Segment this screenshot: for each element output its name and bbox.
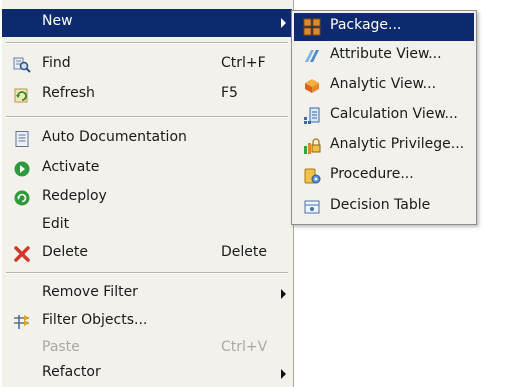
menu-item-refresh-shortcut: F5 <box>221 85 238 101</box>
submenu-item-calculation-view-label: Calculation View... <box>330 106 458 122</box>
menu-item-delete[interactable]: Delete Delete <box>2 240 292 268</box>
menu-item-refresh[interactable]: Refresh F5 <box>2 81 292 109</box>
menu-item-refactor-label: Refactor <box>42 364 101 380</box>
find-icon <box>13 56 31 74</box>
menu-item-filter-objects-label: Filter Objects... <box>42 312 148 328</box>
menu-item-auto-documentation[interactable]: Auto Documentation <box>2 125 292 153</box>
menu-separator <box>6 272 288 274</box>
submenu-item-attribute-view[interactable]: Attribute View... <box>294 42 474 70</box>
submenu-item-calculation-view[interactable]: Calculation View... <box>294 102 474 130</box>
menu-separator <box>6 116 288 118</box>
menu-item-auto-documentation-label: Auto Documentation <box>42 129 187 145</box>
menu-item-refresh-label: Refresh <box>42 85 95 101</box>
menu-item-paste-label: Paste <box>42 339 80 355</box>
menu-item-delete-shortcut: Delete <box>221 244 267 260</box>
submenu-arrow-icon <box>281 18 286 28</box>
menu-item-redeploy[interactable]: Redeploy <box>2 184 292 212</box>
menu-item-find[interactable]: Find Ctrl+F <box>2 51 292 79</box>
menu-item-activate[interactable]: Activate <box>2 155 292 183</box>
submenu-item-package[interactable]: Package... <box>294 13 474 41</box>
submenu-item-analytic-privilege-label: Analytic Privilege... <box>330 136 465 152</box>
analytic-view-icon <box>303 77 321 95</box>
submenu-item-analytic-view-label: Analytic View... <box>330 76 437 92</box>
analytic-privilege-icon <box>303 137 321 155</box>
screen: New Find Ctrl+F Refresh F5 Auto Document… <box>0 0 516 387</box>
menu-separator <box>6 42 288 44</box>
menu-item-paste-shortcut: Ctrl+V <box>221 339 268 355</box>
document-icon <box>13 130 31 148</box>
refresh-icon <box>13 86 31 104</box>
submenu-item-package-label: Package... <box>330 17 402 33</box>
filter-icon <box>13 313 31 331</box>
submenu-item-analytic-view[interactable]: Analytic View... <box>294 72 474 100</box>
submenu-item-decision-table[interactable]: Decision Table <box>294 193 474 221</box>
redeploy-icon <box>13 189 31 207</box>
menu-item-find-label: Find <box>42 55 71 71</box>
menu-item-new-label: New <box>42 13 73 29</box>
menu-item-remove-filter[interactable]: Remove Filter <box>2 280 292 308</box>
submenu-arrow-icon <box>281 369 286 379</box>
menu-item-edit[interactable]: Edit <box>2 212 292 240</box>
menu-item-refactor[interactable]: Refactor <box>2 360 292 387</box>
menu-item-paste: Paste Ctrl+V <box>2 335 292 363</box>
menu-item-activate-label: Activate <box>42 159 100 175</box>
submenu-item-analytic-privilege[interactable]: Analytic Privilege... <box>294 132 474 160</box>
submenu-item-procedure[interactable]: Procedure... <box>294 162 474 190</box>
new-submenu: Package... Attribute View... Analytic Vi… <box>291 10 477 225</box>
menu-item-delete-label: Delete <box>42 244 88 260</box>
menu-item-filter-objects[interactable]: Filter Objects... <box>2 308 292 336</box>
menu-item-redeploy-label: Redeploy <box>42 188 107 204</box>
context-menu: New Find Ctrl+F Refresh F5 Auto Document… <box>2 0 294 387</box>
menu-item-find-shortcut: Ctrl+F <box>221 55 266 71</box>
package-icon <box>303 18 321 36</box>
attribute-view-icon <box>303 47 321 65</box>
decision-table-icon <box>303 198 321 216</box>
submenu-item-procedure-label: Procedure... <box>330 166 414 182</box>
submenu-item-decision-table-label: Decision Table <box>330 197 431 213</box>
submenu-item-attribute-view-label: Attribute View... <box>330 46 442 62</box>
submenu-arrow-icon <box>281 289 286 299</box>
delete-icon <box>13 245 31 263</box>
calculation-view-icon <box>303 107 321 125</box>
activate-icon <box>13 160 31 178</box>
menu-item-new[interactable]: New <box>2 9 292 37</box>
menu-item-remove-filter-label: Remove Filter <box>42 284 138 300</box>
menu-item-edit-label: Edit <box>42 216 70 232</box>
procedure-icon <box>303 167 321 185</box>
